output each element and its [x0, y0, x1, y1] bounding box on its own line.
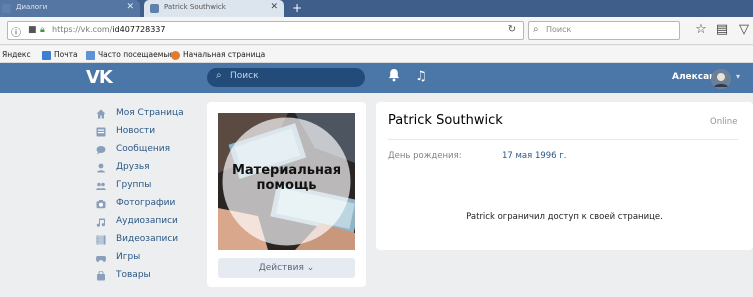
folder-icon: [86, 50, 95, 60]
sidebar-item-label: Моя Страница: [116, 108, 184, 118]
sidebar-item-photos[interactable]: Фотографии: [96, 196, 206, 212]
search-icon: ⌕: [216, 70, 222, 81]
info-icon[interactable]: ⓘ: [11, 24, 21, 39]
chevron-down-icon[interactable]: ▾: [736, 72, 740, 81]
mail-icon: [42, 50, 51, 60]
vk-header: [0, 63, 753, 93]
online-status: Online: [710, 117, 738, 127]
birthday-label: День рождения:: [388, 151, 462, 161]
camera-icon: [96, 200, 106, 209]
bookmark-mail[interactable]: Почта: [42, 48, 78, 61]
clipboard-icon[interactable]: ▤: [714, 22, 730, 38]
vk-favicon-icon: [150, 4, 159, 13]
sidebar-item-market[interactable]: Товары: [96, 268, 206, 284]
firefox-icon: [171, 50, 180, 60]
bookmark-start-page[interactable]: Начальная страница: [171, 48, 265, 61]
sidebar-item-videos[interactable]: Видеозаписи: [96, 232, 206, 248]
music-note-icon: [96, 218, 105, 227]
profile-photo[interactable]: Материальная помощь: [218, 113, 355, 250]
sidebar-item-friends[interactable]: Друзья: [96, 160, 206, 176]
profile-name: Patrick Southwick: [388, 113, 503, 128]
film-icon: [96, 235, 106, 245]
url-path: id407728337: [112, 25, 166, 34]
notifications-bell-icon[interactable]: [387, 68, 401, 86]
sidebar-item-label: Группы: [116, 180, 152, 190]
tab-title: Диалоги: [16, 3, 48, 11]
bookmark-most-visited[interactable]: Часто посещаемые: [86, 48, 174, 61]
vk-search-input[interactable]: ⌕ Поиск: [207, 68, 365, 87]
bag-icon: [97, 271, 105, 281]
actions-button[interactable]: Действия ⌄: [218, 258, 355, 278]
search-icon: ⌕: [533, 24, 539, 35]
new-tab-button[interactable]: +: [287, 2, 307, 15]
url-text[interactable]: https://vk.com/id407728337: [52, 25, 165, 34]
groups-icon: [96, 182, 106, 190]
birthday-value-link[interactable]: 17 мая 1996 г.: [502, 151, 566, 161]
friend-icon: [97, 163, 105, 173]
sidebar-item-label: Сообщения: [116, 144, 171, 154]
sidebar-item-label: Видеозаписи: [116, 234, 179, 244]
gamepad-icon: [96, 256, 106, 262]
restricted-access-message: Patrick ограничил доступ к своей страниц…: [466, 212, 663, 222]
chevron-down-icon: ⌄: [306, 263, 315, 273]
actions-label: Действия: [258, 263, 304, 273]
sidebar-item-my-page[interactable]: Моя Страница: [96, 106, 206, 122]
tab-patrick[interactable]: Patrick Southwick ✕: [144, 0, 284, 17]
user-avatar[interactable]: [711, 69, 731, 89]
sidebar-item-label: Игры: [116, 252, 141, 262]
sidebar-item-audio[interactable]: Аудиозаписи: [96, 214, 206, 230]
camera-permission-icon[interactable]: ■: [28, 25, 37, 35]
divider: [388, 139, 738, 140]
news-icon: [96, 127, 106, 137]
tab-dialogs[interactable]: Диалоги ✕: [0, 0, 140, 17]
vk-favicon-icon: [2, 4, 11, 13]
sidebar-item-games[interactable]: Игры: [96, 250, 206, 266]
search-placeholder: Поиск: [546, 25, 572, 34]
sidebar-item-label: Товары: [116, 270, 151, 280]
vk-search-placeholder: Поиск: [230, 71, 259, 81]
vk-logo[interactable]: VK: [86, 67, 113, 89]
bookmark-star-icon[interactable]: ☆: [693, 22, 709, 38]
sidebar-item-label: Аудиозаписи: [116, 216, 178, 226]
sidebar-item-messages[interactable]: Сообщения: [96, 142, 206, 158]
messages-icon: [96, 146, 106, 155]
music-player-icon[interactable]: ♫: [414, 68, 428, 86]
sidebar-item-news[interactable]: Новости: [96, 124, 206, 140]
bookmark-yandex[interactable]: Яндекс: [2, 48, 31, 61]
address-bar[interactable]: ⓘ ■ 🔒︎ https://vk.com/id407728337: [7, 21, 524, 40]
sidebar-item-label: Друзья: [116, 162, 150, 172]
browser-search-field[interactable]: ⌕ Поиск: [528, 21, 680, 40]
close-icon[interactable]: ✕: [126, 2, 134, 12]
lock-icon[interactable]: 🔒︎: [40, 25, 45, 35]
close-icon[interactable]: ✕: [270, 2, 278, 12]
sidebar-item-label: Фотографии: [116, 198, 176, 208]
sidebar-item-label: Новости: [116, 126, 156, 136]
home-icon: [96, 109, 106, 119]
pocket-icon[interactable]: ▽: [736, 22, 752, 38]
photo-caption: Материальная помощь: [231, 163, 342, 193]
reload-icon[interactable]: ↻: [505, 23, 519, 37]
tab-title: Patrick Southwick: [164, 3, 226, 11]
sidebar-item-groups[interactable]: Группы: [96, 178, 206, 194]
